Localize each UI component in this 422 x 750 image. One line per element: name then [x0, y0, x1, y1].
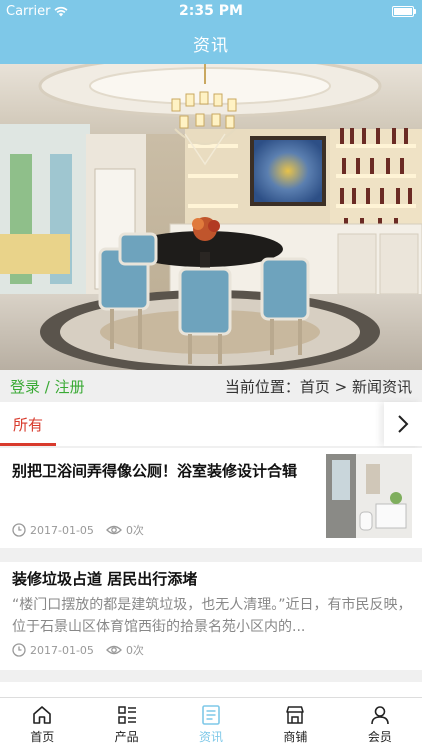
- login-link[interactable]: 登录: [10, 378, 40, 396]
- hero-banner[interactable]: [0, 64, 422, 370]
- shop-icon: [286, 706, 305, 724]
- article-title[interactable]: 装修垃圾占道 居民出行添堵: [12, 568, 197, 590]
- breadcrumb: 当前位置：首页 > 新闻资讯: [224, 377, 412, 396]
- article-thumbnail[interactable]: [326, 454, 412, 538]
- status-bar: Carrier 2:35 PM: [0, 0, 422, 22]
- bathroom-photo: [326, 454, 412, 538]
- bottom-tab-bar: 首页 产品 资讯 商铺 会员: [0, 697, 422, 750]
- article-summary: “楼门口摆放的都是建筑垃圾，也无人清理。”近日，有市民反映，位于石景山区体育馆西…: [12, 597, 412, 635]
- page-title: 资讯: [193, 35, 229, 56]
- article-card[interactable]: 别把卫浴间弄得像公厕！浴室装修设计合辑 2017-01-05 0次: [0, 448, 422, 548]
- chevron-right-icon: [398, 415, 409, 433]
- article-card[interactable]: 装修垃圾占道 居民出行添堵 “楼门口摆放的都是建筑垃圾，也无人清理。”近日，有市…: [0, 562, 422, 670]
- article-views: 0次: [125, 524, 144, 537]
- eye-icon: [106, 524, 122, 536]
- top-bar: Carrier 2:35 PM 资讯: [0, 0, 422, 64]
- clock-icon: [12, 643, 26, 657]
- tab-all[interactable]: 所有: [0, 402, 56, 446]
- news-icon: [202, 705, 220, 725]
- list-icon: [117, 706, 136, 724]
- home-icon: [33, 706, 52, 724]
- auth-separator: /: [40, 377, 55, 396]
- eye-icon: [106, 644, 122, 656]
- tab-shops[interactable]: 商铺: [253, 698, 337, 750]
- app-screen: Carrier 2:35 PM 资讯 登录 / 注册 当前位置：首页 > 新闻资…: [0, 0, 422, 750]
- register-link[interactable]: 注册: [55, 378, 85, 396]
- clock-icon: [12, 523, 26, 537]
- article-views: 0次: [125, 644, 144, 657]
- tab-news[interactable]: 资讯: [169, 698, 253, 750]
- location-bar: 登录 / 注册 当前位置：首页 > 新闻资讯: [0, 370, 422, 402]
- category-tabs: 所有: [0, 402, 422, 446]
- article-meta: 2017-01-05 0次: [12, 522, 144, 538]
- article-meta: 2017-01-05 0次: [12, 642, 144, 658]
- article-date: 2017-01-05: [30, 643, 94, 657]
- tab-home-label: 首页: [30, 730, 55, 744]
- user-icon: [371, 706, 389, 725]
- status-time: 2:35 PM: [179, 3, 243, 19]
- tab-products-label: 产品: [114, 730, 139, 744]
- tab-news-label: 资讯: [199, 730, 224, 744]
- article-date: 2017-01-05: [30, 523, 94, 537]
- article-title[interactable]: 别把卫浴间弄得像公厕！浴室装修设计合辑: [12, 460, 312, 482]
- dining-room-photo: [0, 64, 422, 370]
- tab-home[interactable]: 首页: [0, 698, 84, 750]
- auth-links: 登录 / 注册: [10, 376, 85, 397]
- tabs-more-button[interactable]: [384, 402, 422, 446]
- tab-member-label: 会员: [367, 730, 392, 744]
- tab-products[interactable]: 产品: [84, 698, 168, 750]
- tab-shops-label: 商铺: [283, 730, 308, 744]
- tab-member[interactable]: 会员: [338, 698, 422, 750]
